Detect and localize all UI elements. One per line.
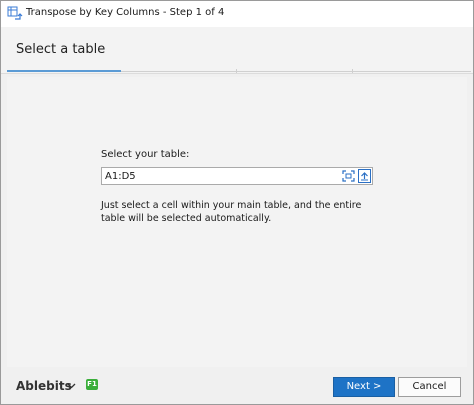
step-progress-track — [121, 71, 471, 72]
next-button[interactable]: Next > — [333, 377, 395, 397]
dialog-window: Transpose by Key Columns - Step 1 of 4 S… — [0, 0, 474, 405]
step-header: Select a table — [1, 27, 473, 74]
select-range-icon[interactable] — [342, 170, 355, 182]
step-progress-indicator — [7, 70, 121, 72]
window-title: Transpose by Key Columns - Step 1 of 4 — [26, 7, 225, 18]
collapse-dialog-icon[interactable] — [358, 169, 371, 183]
chevron-down-icon[interactable] — [67, 381, 76, 390]
cancel-button[interactable]: Cancel — [398, 377, 461, 397]
dialog-footer: Ablebits F1 Next > Cancel — [1, 369, 473, 404]
step-title: Select a table — [16, 42, 106, 57]
table-range-input[interactable] — [105, 169, 335, 183]
step-progress-divider — [352, 69, 353, 73]
table-selection-hint: Just select a cell within your main tabl… — [101, 200, 362, 224]
title-bar: Transpose by Key Columns - Step 1 of 4 — [1, 1, 473, 27]
ablebits-menu-label[interactable]: Ablebits — [16, 379, 72, 393]
step-progress-divider — [236, 69, 237, 73]
transpose-app-icon — [7, 6, 23, 20]
table-field-label: Select your table: — [101, 149, 190, 160]
help-f1-icon[interactable]: F1 — [86, 379, 98, 390]
table-range-field — [101, 167, 373, 185]
